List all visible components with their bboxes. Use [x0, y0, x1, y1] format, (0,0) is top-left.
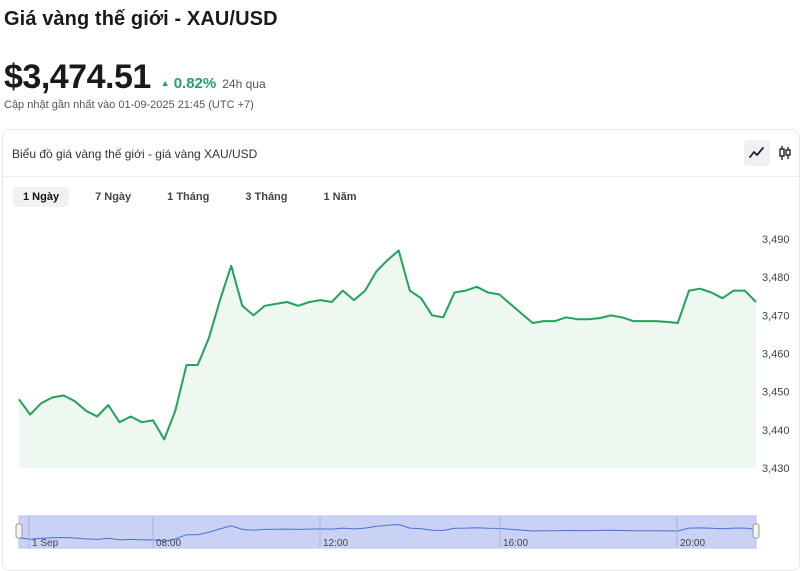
- y-tick-label: 3,460: [762, 349, 790, 361]
- y-tick-label: 3,450: [762, 387, 790, 399]
- y-tick-label: 3,430: [762, 463, 790, 475]
- navigator-tick-label: 1 Sep: [32, 538, 59, 549]
- navigator-tick-label: 12:00: [323, 538, 348, 549]
- y-tick-label: 3,480: [762, 272, 790, 284]
- navigator-range: [18, 515, 757, 549]
- y-tick-label: 3,490: [762, 234, 790, 246]
- navigator-tick-label: 08:00: [156, 538, 181, 549]
- navigator-right-handle[interactable]: [752, 523, 760, 539]
- y-tick-label: 3,440: [762, 425, 790, 437]
- navigator-tick-label: 20:00: [680, 538, 705, 549]
- navigator-left-handle[interactable]: [15, 523, 23, 539]
- price-area: [19, 250, 756, 468]
- y-tick-label: 3,470: [762, 310, 790, 322]
- navigator-tick-label: 16:00: [503, 538, 528, 549]
- price-chart: 3,490 3,480 3,470 3,460 3,450 3,440 3,430 1 Sep…: [15, 234, 790, 549]
